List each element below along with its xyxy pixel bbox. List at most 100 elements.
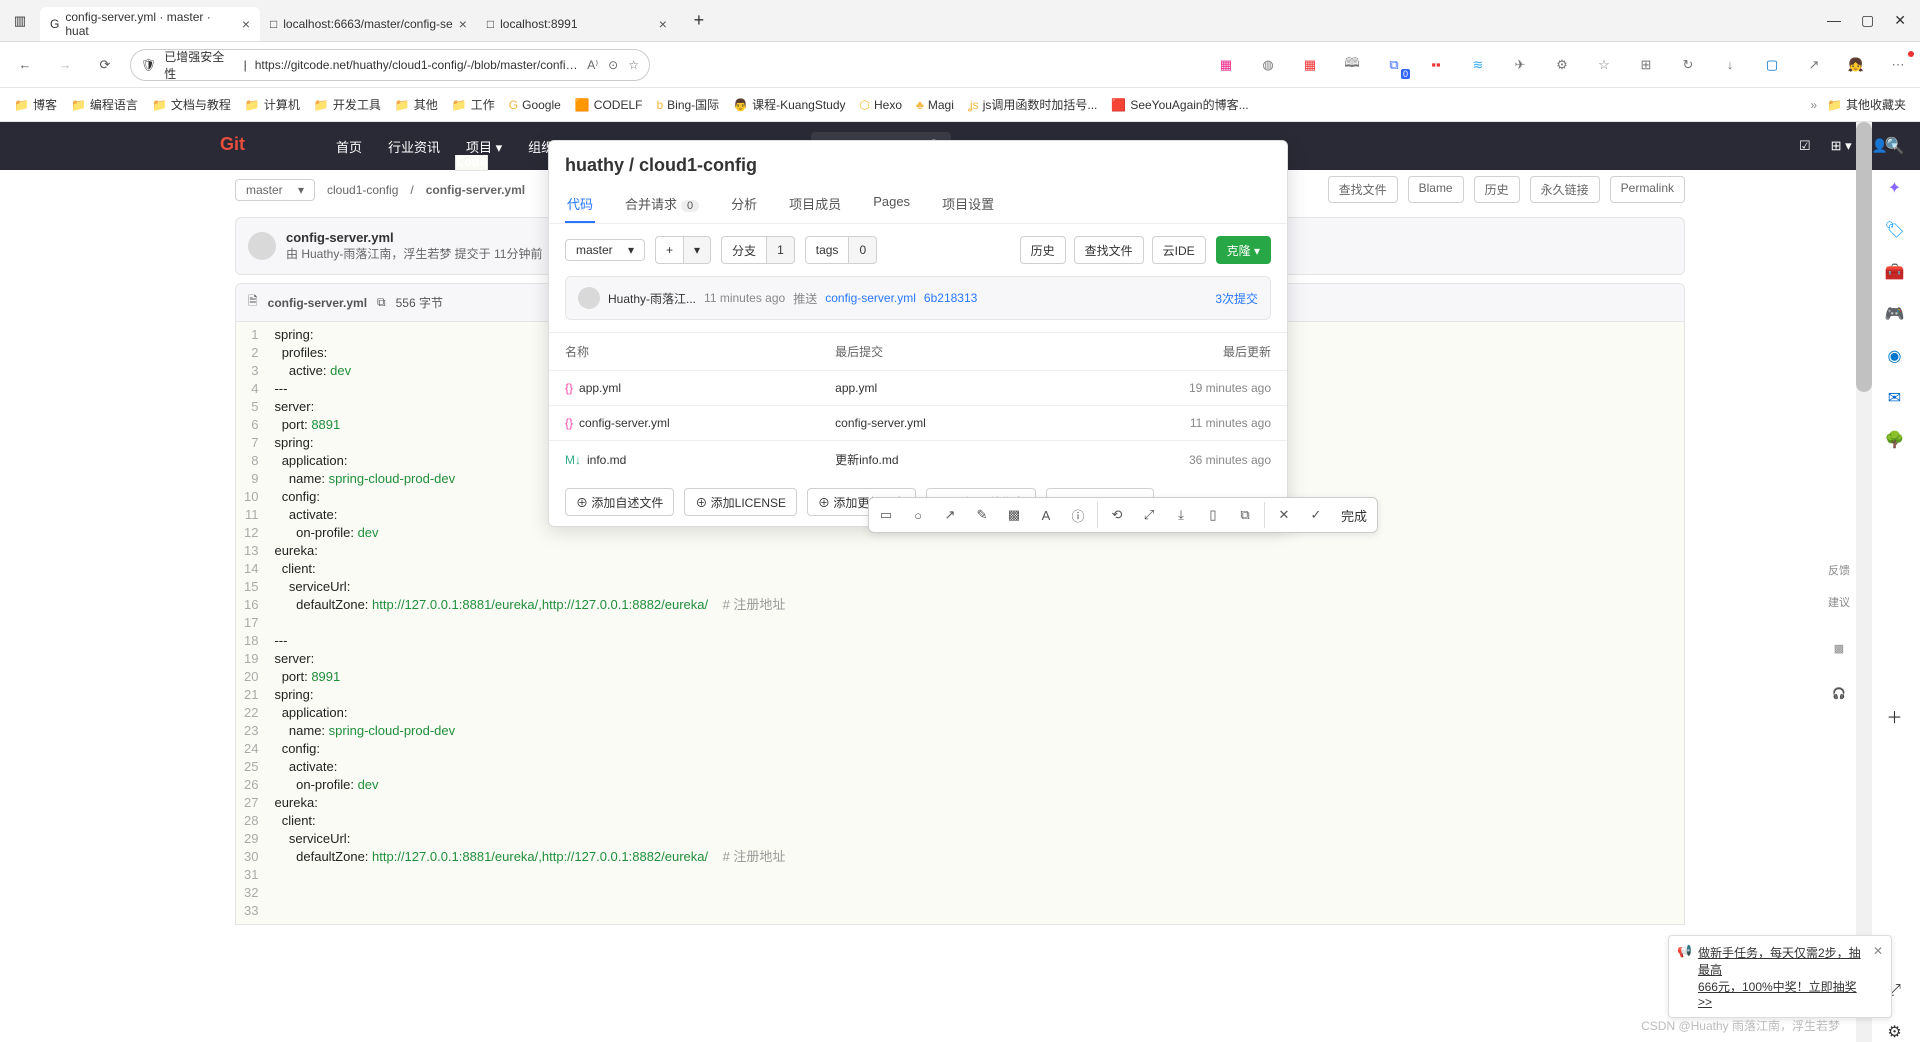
favorites-bar-icon[interactable]: ☆ [1592,53,1616,77]
ext-icon-2[interactable]: ◍ [1256,53,1280,77]
share-icon[interactable]: ↗ [1802,53,1826,77]
nav-action[interactable]: ☑ [1799,138,1811,154]
bookmark-item[interactable]: 👨课程-KuangStudy [729,96,849,113]
shot-tool-icon[interactable]: ▯ [1200,502,1226,528]
forward-button[interactable]: → [50,50,80,80]
vertical-scrollbar[interactable] [1856,122,1872,1042]
bookmark-item[interactable]: ʝsjs调用函数时加括号... [964,96,1101,113]
collections-icon[interactable]: ⊞ [1634,53,1658,77]
promo-close-icon[interactable]: ✕ [1873,944,1883,958]
side-drop-icon[interactable]: 🌳 [1885,430,1905,450]
repo-tab[interactable]: 项目设置 [940,186,996,223]
crumb-button[interactable]: 历史 [1474,176,1520,203]
app-icon[interactable]: ▢ [1760,53,1784,77]
commit-hash[interactable]: 6b218313 [924,291,977,305]
settings-more-icon[interactable]: ⋯ [1886,53,1910,77]
commit-user[interactable]: Huathy-雨落江... [608,290,696,307]
bookmark-item[interactable]: 📁计算机 [241,96,304,113]
bookmark-item[interactable]: bBing-国际 [652,96,723,113]
promo-banner[interactable]: 📢 做新手任务，每天仅需2步，抽最高666元，100%中奖！立即抽奖 >> ✕ [1668,935,1892,1018]
crumb-button[interactable]: Blame [1408,176,1464,203]
shot-tool-icon[interactable]: ✎ [969,502,995,528]
bookmark-item[interactable]: 📁工作 [448,96,499,113]
find-icon[interactable]: ⊙ [608,58,618,72]
nav-action[interactable]: ⊞ ▾ [1831,138,1852,154]
branch-count-label[interactable]: 分支 [721,236,766,264]
read-aloud-icon[interactable]: A⁾ [587,58,598,72]
shot-tool-icon[interactable]: ⤓ [1168,502,1194,528]
shot-done-button[interactable]: 完成 [1335,506,1373,525]
bookmark-item[interactable]: 🟧CODELF [571,98,647,112]
commit-count[interactable]: 3次提交 [1215,290,1258,307]
crumb-button[interactable]: 查找文件 [1328,176,1398,203]
crumb-button[interactable]: Permalink [1610,176,1685,203]
side-tools-icon[interactable]: 🧰 [1885,262,1905,282]
side-add-icon[interactable]: ＋ [1886,704,1902,728]
copy-name-icon[interactable]: ⧉ [377,295,386,310]
table-row[interactable]: {}app.ymlapp.yml19 minutes ago [549,371,1287,406]
file-last-commit[interactable]: app.yml [819,371,1061,406]
tab-close-icon[interactable]: × [242,16,250,32]
clone-button[interactable]: 克隆 ▾ [1216,236,1271,264]
url-box[interactable]: 🛡 已增强安全性 | https://gitcode.net/huathy/cl… [130,49,650,81]
shot-tool-icon[interactable]: ▩ [1001,502,1027,528]
promo-line1[interactable]: 做新手任务，每天仅需2步，抽最高 [1698,946,1861,977]
branch-select[interactable]: master▾ [235,179,315,201]
repo-tab[interactable]: 代码 [565,186,595,223]
ext-icon-1[interactable]: ▦ [1214,53,1238,77]
minimize-button[interactable]: — [1827,12,1841,29]
shot-tool-icon[interactable]: ⟲ [1104,502,1130,528]
repo-button[interactable]: 查找文件 [1074,236,1144,264]
repo-button[interactable]: 云IDE [1152,236,1206,264]
ext-icon-6[interactable]: ✈ [1508,53,1532,77]
bookmark-item[interactable]: 📁编程语言 [67,96,142,113]
shot-tool-icon[interactable]: ⓘ [1065,502,1091,528]
refresh-button[interactable]: ⟳ [90,50,120,80]
bookmark-item[interactable]: 📁其他 [391,96,442,113]
repo-title[interactable]: huathy / cloud1-config [549,141,1287,176]
shot-tool-icon[interactable]: ⧉ [1232,502,1258,528]
bookmark-item[interactable]: 📁博客 [10,96,61,113]
side-office-icon[interactable]: ◉ [1888,346,1902,366]
shot-tool-icon[interactable]: A [1033,502,1059,528]
back-button[interactable]: ← [10,50,40,80]
performance-icon[interactable]: ⚙ [1550,53,1574,77]
shot-tool-icon[interactable]: ✕ [1271,502,1297,528]
file-name[interactable]: config-server.yml [579,416,670,430]
side-games-icon[interactable]: 🎮 [1885,304,1905,324]
close-window-button[interactable]: ✕ [1894,12,1906,29]
commit-link[interactable]: config-server.yml [825,291,916,305]
bookmark-item[interactable]: GGoogle [505,98,565,112]
repo-tab[interactable]: 项目成员 [787,186,843,223]
ext-icon-4[interactable]: ▪▪ [1424,53,1448,77]
tab-close-icon[interactable]: × [659,16,667,32]
promo-line2[interactable]: 666元，100%中奖！立即抽奖 >> [1698,980,1857,1009]
bookmark-item[interactable]: ♣Magi [912,98,958,112]
side-outlook-icon[interactable]: ✉ [1888,388,1901,408]
quick-action[interactable]: ⊕ 添加LICENSE [684,488,797,516]
side-shopping-icon[interactable]: 🏷 [1884,220,1904,240]
crumb-button[interactable]: 永久链接 [1530,176,1600,203]
shot-tool-icon[interactable]: ↗ [937,502,963,528]
tab-actions-icon[interactable]: ▥ [0,13,40,29]
side-settings-icon[interactable]: ⚙ [1887,1022,1901,1042]
browser-tab[interactable]: □localhost:8991× [477,7,677,41]
history-icon[interactable]: ↻ [1676,53,1700,77]
bookmark-item[interactable]: 📁开发工具 [310,96,385,113]
side-search-icon[interactable]: 🔍 [1885,136,1905,156]
table-row[interactable]: {}config-server.ymlconfig-server.yml11 m… [549,406,1287,441]
new-tab-button[interactable]: + [685,7,713,35]
add-dropdown[interactable]: ▾ [683,236,711,264]
repo-button[interactable]: 历史 [1020,236,1066,264]
file-name[interactable]: info.md [587,453,626,467]
downloads-icon[interactable]: ↓ [1718,53,1742,77]
repo-tab[interactable]: Pages [871,186,912,223]
ext-badge-icon[interactable]: ⧉0 [1382,53,1406,77]
maximize-button[interactable]: ▢ [1861,12,1874,29]
file-name[interactable]: app.yml [579,381,621,395]
side-discover-icon[interactable]: ✦ [1888,178,1901,198]
file-last-commit[interactable]: config-server.yml [819,406,1061,441]
feedback-buttons[interactable]: 反馈建议 ▩ 🎧 [1828,562,1850,700]
add-button[interactable]: + [655,236,683,264]
favorite-icon[interactable]: ☆ [628,58,639,72]
